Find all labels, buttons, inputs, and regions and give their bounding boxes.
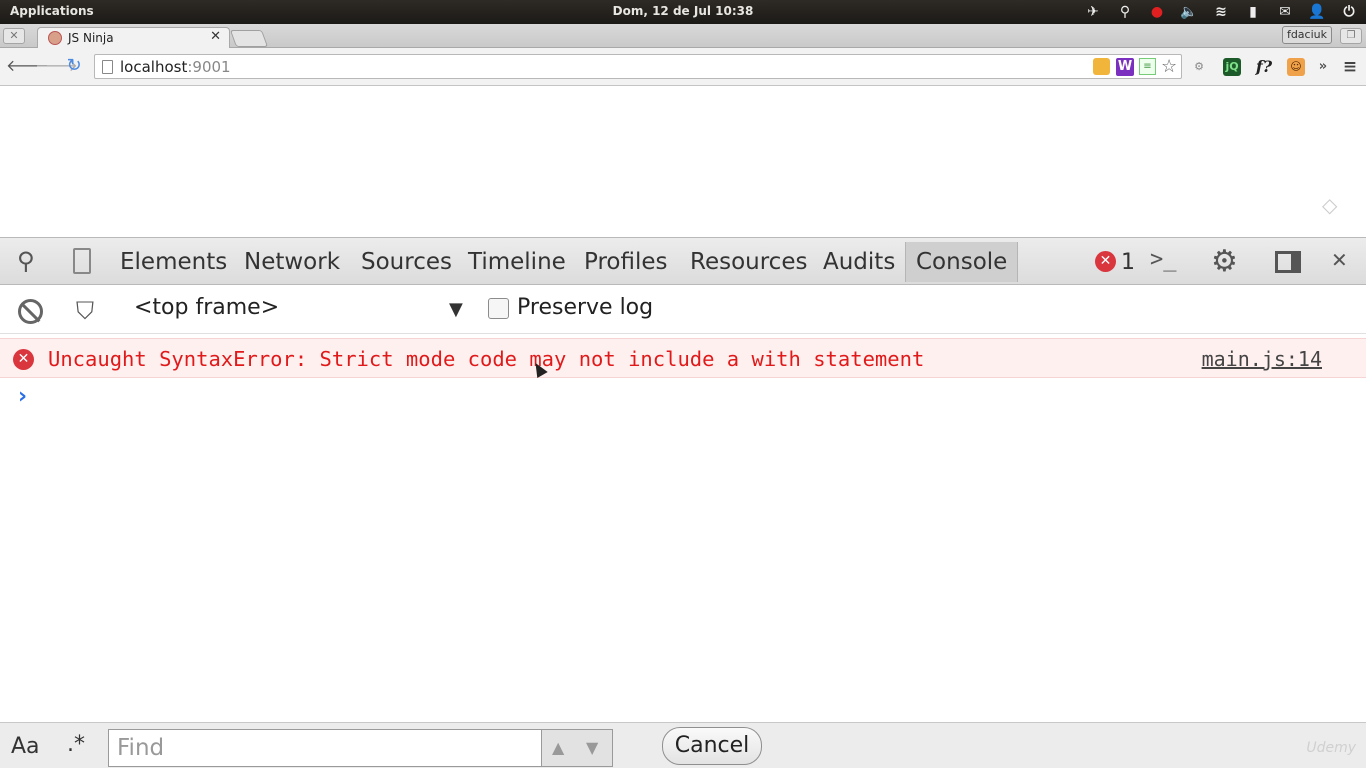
chrome-menu-icon[interactable]: ≡ — [1341, 58, 1359, 76]
dock-side-icon[interactable] — [1275, 251, 1301, 273]
tab-elements[interactable]: Elements — [120, 246, 227, 278]
preserve-log-checkbox[interactable] — [488, 298, 509, 319]
frame-select[interactable]: <top frame> — [134, 295, 279, 320]
system-tray: ✈ ⚲ ● 🔈 ≋ ▮ ✉ 👤 ⏻ — [1084, 2, 1358, 22]
devtools-tab-bar: ⚲ Elements Network Sources Timeline Prof… — [0, 237, 1366, 285]
os-top-bar: Applications Dom, 12 de Jul 10:38 ✈ ⚲ ● … — [0, 0, 1366, 24]
extension-f-icon[interactable]: f? — [1255, 58, 1273, 76]
volume-icon[interactable]: 🔈 — [1180, 3, 1198, 21]
window-close-button[interactable]: ✕ — [3, 28, 25, 44]
browser-toolbar: 🡐 🡒 ↻ localhost:9001 W ≡ ☆ ⚙ jQ f? ☺ » ≡ — [0, 48, 1366, 86]
regex-button[interactable]: .* — [67, 732, 85, 757]
device-mode-icon[interactable] — [73, 248, 91, 274]
find-next-icon[interactable]: ▼ — [586, 738, 598, 757]
diamond-icon: ◇ — [1322, 193, 1338, 217]
ninja-favicon-icon — [48, 31, 62, 45]
console-toolbar: ⛉ <top frame> ▼ Preserve log — [0, 286, 1366, 334]
filter-funnel-icon[interactable]: ⛉ — [76, 297, 94, 325]
cancel-button[interactable]: Cancel — [662, 727, 762, 765]
settings-gear-icon[interactable]: ⚙ — [1211, 247, 1238, 277]
inspect-search-icon[interactable]: ⚲ — [17, 249, 35, 273]
tab-title: JS Ninja — [68, 31, 114, 45]
url-text: localhost:9001 — [120, 58, 231, 76]
extension-css-icon[interactable]: ≡ — [1139, 58, 1156, 75]
find-bar: Aa .* ▲ ▼ Cancel Udemy — [0, 722, 1366, 768]
page-viewport — [0, 87, 1366, 237]
tab-console[interactable]: Console — [905, 242, 1019, 282]
preserve-log-label[interactable]: Preserve log — [517, 295, 653, 320]
bookmark-star-icon[interactable]: ☆ — [1161, 56, 1177, 77]
mail-icon[interactable]: ✉ — [1276, 3, 1294, 21]
frame-select-arrow-icon[interactable]: ▼ — [449, 299, 463, 320]
battery-icon[interactable]: ▮ — [1244, 3, 1262, 21]
tab-resources[interactable]: Resources — [690, 246, 807, 278]
extensions-overflow-icon[interactable]: » — [1314, 58, 1332, 76]
devtools-close-icon[interactable]: ✕ — [1331, 250, 1348, 270]
browser-tab[interactable]: JS Ninja ✕ — [37, 27, 230, 48]
extension-w-icon[interactable]: W — [1116, 58, 1134, 76]
power-icon[interactable]: ⏻ — [1340, 3, 1358, 21]
find-navigation: ▲ ▼ — [541, 729, 613, 767]
user-icon[interactable]: 👤 — [1308, 3, 1326, 21]
window-restore-button[interactable]: ❐ — [1340, 28, 1362, 44]
error-count[interactable]: 1 — [1121, 250, 1135, 275]
udemy-watermark: Udemy — [1306, 740, 1356, 756]
tab-network[interactable]: Network — [244, 246, 340, 278]
search-icon[interactable]: ⚲ — [1116, 3, 1134, 21]
bird-icon[interactable]: ✈ — [1084, 3, 1102, 21]
back-arrow-icon[interactable]: 🡐 — [6, 56, 49, 76]
error-count-icon[interactable]: ✕ — [1095, 251, 1116, 272]
record-icon[interactable]: ● — [1148, 3, 1166, 21]
tab-sources[interactable]: Sources — [361, 246, 452, 278]
new-tab-button[interactable] — [229, 30, 269, 47]
extension-face-icon[interactable]: ☺ — [1287, 58, 1305, 76]
tab-audits[interactable]: Audits — [823, 246, 895, 278]
page-icon — [102, 60, 113, 74]
console-message-row: ✕ Uncaught SyntaxError: Strict mode code… — [0, 338, 1366, 378]
tab-profiles[interactable]: Profiles — [584, 246, 668, 278]
tab-timeline[interactable]: Timeline — [468, 246, 566, 278]
clear-console-icon[interactable] — [18, 299, 43, 324]
extension-js-icon[interactable]: ⚙ — [1190, 58, 1208, 76]
console-drawer-icon[interactable]: >_ — [1150, 249, 1177, 271]
error-icon: ✕ — [13, 349, 34, 370]
match-case-button[interactable]: Aa — [11, 734, 40, 759]
find-input[interactable] — [108, 729, 542, 767]
extension-jq-icon[interactable]: jQ — [1223, 58, 1241, 76]
tab-strip: ✕ JS Ninja ✕ fdaciuk ❐ — [0, 24, 1366, 48]
profile-button[interactable]: fdaciuk — [1281, 26, 1332, 44]
reload-icon[interactable]: ↻ — [64, 56, 84, 76]
forward-arrow-icon[interactable]: 🡒 — [35, 56, 78, 76]
wifi-icon[interactable]: ≋ — [1212, 3, 1230, 21]
error-source-link[interactable]: main.js:14 — [1202, 347, 1322, 371]
address-bar[interactable]: localhost:9001 W ≡ ☆ — [94, 54, 1182, 79]
find-previous-icon[interactable]: ▲ — [552, 738, 564, 757]
extension-cube-icon[interactable] — [1093, 58, 1110, 75]
tab-close-icon[interactable]: ✕ — [210, 29, 221, 44]
console-prompt-chevron-icon[interactable]: › — [18, 384, 27, 409]
error-message-text: Uncaught SyntaxError: Strict mode code m… — [48, 347, 925, 371]
